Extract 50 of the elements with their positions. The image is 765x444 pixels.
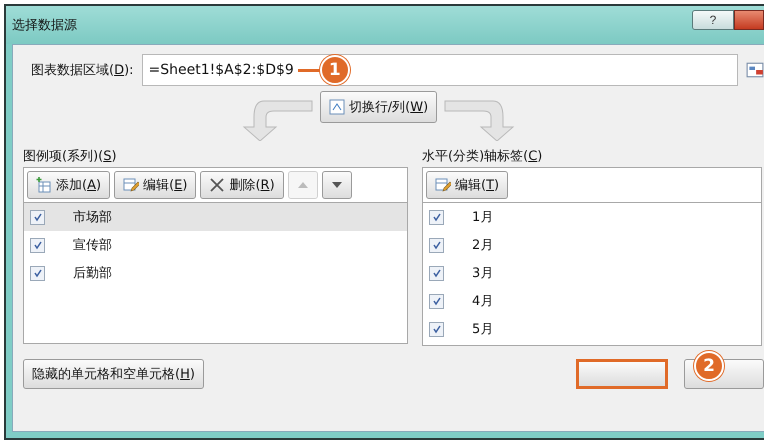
checkbox[interactable] [429, 266, 444, 280]
move-down-button[interactable] [322, 171, 352, 199]
switch-icon [328, 99, 345, 115]
check-icon [32, 268, 42, 278]
help-button[interactable]: ? [692, 10, 734, 30]
callout-badge: 1 [320, 55, 350, 85]
edit-button[interactable]: 编辑(E) [114, 171, 196, 199]
add-button[interactable]: 添加(A) [27, 171, 110, 199]
check-icon [432, 212, 442, 222]
hidden-cells-button[interactable]: 隐藏的单元格和空单元格(H) [23, 359, 204, 389]
checkbox[interactable] [30, 266, 45, 280]
check-icon [432, 240, 442, 250]
switch-row-column-button[interactable]: 切换行/列(W) [320, 91, 438, 123]
checkbox[interactable] [429, 322, 444, 336]
check-icon [32, 212, 42, 222]
checkbox[interactable] [30, 238, 45, 252]
checkbox[interactable] [429, 210, 444, 224]
series-item[interactable]: 市场部 [24, 203, 407, 231]
series-item[interactable]: 后勤部 [24, 259, 407, 287]
checkbox[interactable] [429, 238, 444, 252]
delete-icon [209, 177, 226, 193]
checkbox[interactable] [429, 294, 444, 308]
axis-label-item[interactable]: 3月 [472, 264, 494, 282]
window-title: 选择数据源 [12, 17, 77, 34]
edit-icon [123, 177, 140, 193]
check-icon [432, 268, 442, 278]
series-label: 图例项(系列)(S) [23, 148, 118, 166]
axis-label-item[interactable]: 5月 [472, 320, 494, 338]
checkbox[interactable] [30, 210, 45, 224]
check-icon [32, 240, 42, 250]
collapse-dialog-icon[interactable] [746, 61, 764, 79]
leader-line [298, 68, 320, 72]
range-label: 图表数据区域(D): [30, 62, 134, 79]
check-icon [432, 324, 442, 334]
edit-button[interactable]: 编辑(T) [426, 171, 508, 199]
ok-button[interactable] [576, 359, 668, 389]
down-arrow-icon [332, 182, 342, 188]
axis-labels-label: 水平(分类)轴标签(C) [422, 148, 544, 166]
series-item[interactable]: 宣传部 [24, 231, 407, 259]
axis-label-item[interactable]: 1月 [472, 208, 494, 226]
check-icon [432, 296, 442, 306]
callout-badge: 2 [694, 351, 724, 381]
axis-label-item[interactable]: 4月 [472, 292, 494, 310]
delete-button[interactable]: 删除(R) [200, 171, 284, 199]
range-field[interactable]: =Sheet1!$A$2:$D$9 1 [142, 54, 738, 86]
up-arrow-icon [298, 182, 308, 188]
edit-icon [435, 177, 451, 193]
close-button[interactable] [734, 10, 764, 30]
add-icon [36, 177, 52, 193]
axis-label-item[interactable]: 2月 [472, 236, 494, 254]
